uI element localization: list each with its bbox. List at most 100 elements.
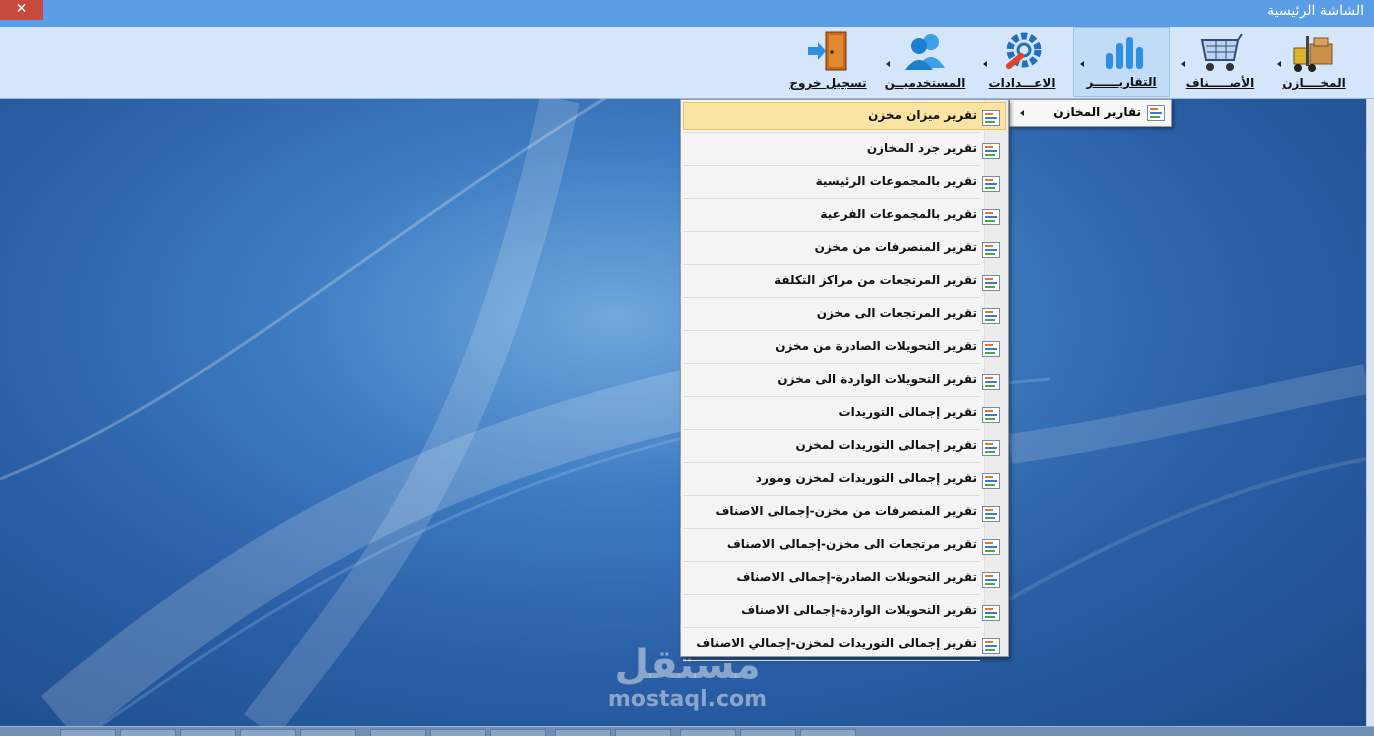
taskbar-button[interactable] — [490, 729, 546, 736]
report-menu-item-label: تقرير المنصرفات من مخزن — [814, 240, 977, 254]
taskbar-button[interactable] — [370, 729, 426, 736]
report-menu-item[interactable]: تقرير إجمالى التوريدات لمخزن-إجمالي الاص… — [681, 628, 1008, 661]
report-icon — [982, 440, 1000, 456]
report-menu-item-label: تقرير التحويلات الواردة-إجمالى الاصناف — [741, 603, 977, 617]
menu-item-box[interactable]: تقرير إجمالى التوريدات لمخزن-إجمالي الاص… — [683, 630, 1006, 658]
report-menu-item-label: تقرير المرتجعات من مراكز التكلفة — [774, 273, 977, 287]
ribbon-toolbar: المخــــازن الأصـــــناف التقاريــــــر — [0, 27, 1374, 99]
warehouse-forklift-icon — [1293, 36, 1333, 72]
gear-wrench-icon — [1005, 32, 1042, 70]
report-menu-item[interactable]: تقرير التحويلات الواردة-إجمالى الاصناف — [681, 595, 1008, 628]
menu-item-box[interactable]: تقرير إجمالى التوريدات — [683, 399, 1006, 427]
menu-item-box[interactable]: تقرير بالمجموعات الفرعية — [683, 201, 1006, 229]
report-menu-item[interactable]: تقرير التحويلات الصادرة-إجمالى الاصناف — [681, 562, 1008, 595]
report-menu-item[interactable]: تقرير المنصرفات من مخزن-إجمالى الاصناف — [681, 496, 1008, 529]
menu-item-box[interactable]: تقرير ميزان مخزن — [683, 102, 1006, 130]
menu-item-box[interactable]: تقرير التحويلات الواردة الى مخزن — [683, 366, 1006, 394]
report-icon — [982, 143, 1000, 159]
taskbar-button[interactable] — [430, 729, 486, 736]
report-menu-item[interactable]: تقرير إجمالى التوريدات لمخزن ومورد — [681, 463, 1008, 496]
taskbar-button[interactable] — [800, 729, 856, 736]
report-menu-item[interactable]: تقرير بالمجموعات الرئيسية — [681, 166, 1008, 199]
users-icon — [905, 34, 945, 70]
menu-item-box[interactable]: تقرير المرتجعات من مراكز التكلفة — [683, 267, 1006, 295]
menu-item-box[interactable]: تقرير التحويلات الصادرة من مخزن — [683, 333, 1006, 361]
menu-item-box[interactable]: تقرير المنصرفات من مخزن-إجمالى الاصناف — [683, 498, 1006, 526]
report-menu-item-label: تقرير المنصرفات من مخزن-إجمالى الاصناف — [715, 504, 977, 518]
ribbon-item-items[interactable]: الأصـــــناف — [1174, 27, 1266, 97]
dropdown-arrow-icon — [1080, 61, 1084, 67]
report-icon — [982, 308, 1000, 324]
menu-separator — [683, 660, 980, 661]
report-icon — [982, 506, 1000, 522]
ribbon-label: الاعـــدادات — [988, 76, 1056, 90]
taskbar-button[interactable] — [615, 729, 671, 736]
report-menu-item[interactable]: تقرير المرتجعات من مراكز التكلفة — [681, 265, 1008, 298]
menu-item-box[interactable]: تقرير بالمجموعات الرئيسية — [683, 168, 1006, 196]
report-list: تقرير ميزان مخزن تقرير جرد المخازن تقرير ب… — [681, 100, 1008, 661]
menu-item-box[interactable]: تقرير المرتجعات الى مخزن — [683, 300, 1006, 328]
menu-item-box[interactable]: تقرير جرد المخازن — [683, 135, 1006, 163]
menu-item-box[interactable]: تقرير إجمالى التوريدات لمخزن ومورد — [683, 465, 1006, 493]
taskbar-button[interactable] — [120, 729, 176, 736]
close-button[interactable]: ✕ — [0, 0, 43, 20]
taskbar-button[interactable] — [180, 729, 236, 736]
report-menu-item-label: تقرير بالمجموعات الرئيسية — [815, 174, 977, 188]
taskbar-button[interactable] — [740, 729, 796, 736]
dropdown-arrow-icon — [1277, 61, 1281, 67]
watermark-latin: mostaql.com — [607, 687, 768, 712]
report-icon — [982, 407, 1000, 423]
taskbar-button[interactable] — [555, 729, 611, 736]
menu-item-box[interactable]: تقرير التحويلات الواردة-إجمالى الاصناف — [683, 597, 1006, 625]
report-menu-item[interactable]: تقرير مرتجعات الى مخزن-إجمالى الاصناف — [681, 529, 1008, 562]
report-icon — [982, 110, 1000, 126]
menu-item-box[interactable]: تقرير إجمالى التوريدات لمخزن — [683, 432, 1006, 460]
report-menu-item-label: تقرير جرد المخازن — [866, 141, 977, 155]
menu-item-box[interactable]: تقرير المنصرفات من مخزن — [683, 234, 1006, 262]
report-menu-item[interactable]: تقرير جرد المخازن — [681, 133, 1008, 166]
menu-item-box[interactable]: تقرير مرتجعات الى مخزن-إجمالى الاصناف — [683, 531, 1006, 559]
taskbar-button[interactable] — [300, 729, 356, 736]
reports-menu: تقرير ميزان مخزن تقرير جرد المخازن تقرير ب… — [680, 99, 1009, 661]
report-menu-item[interactable]: تقرير بالمجموعات الفرعية — [681, 199, 1008, 232]
ribbon-label: تسجيل خروج — [789, 76, 867, 90]
report-menu-item-label: تقرير مرتجعات الى مخزن-إجمالى الاصناف — [726, 537, 977, 551]
report-menu-item[interactable]: تقرير التحويلات الواردة الى مخزن — [681, 364, 1008, 397]
report-menu-item[interactable]: تقرير ميزان مخزن — [681, 100, 1008, 133]
shopping-cart-icon — [1200, 33, 1243, 71]
report-icon — [982, 176, 1000, 192]
report-icon — [982, 539, 1000, 555]
vertical-scrollbar[interactable] — [1366, 99, 1374, 726]
title-bar: ✕ الشاشة الرئيسية — [0, 0, 1374, 27]
report-menu-item-label: تقرير بالمجموعات الفرعية — [820, 207, 977, 221]
ribbon-item-warehouses[interactable]: المخــــازن — [1268, 27, 1360, 97]
menu-item-label: تقارير المخازن — [1053, 105, 1141, 119]
ribbon-label: التقاريــــــر — [1086, 75, 1157, 89]
report-menu-item[interactable]: تقرير إجمالى التوريدات — [681, 397, 1008, 430]
menu-item-warehouse-reports[interactable]: تقارير المخازن — [1012, 102, 1169, 124]
dropdown-arrow-icon — [1181, 61, 1185, 67]
report-menu-item-label: تقرير المرتجعات الى مخزن — [816, 306, 977, 320]
report-icon — [982, 572, 1000, 588]
report-menu-item-label: تقرير التحويلات الصادرة من مخزن — [775, 339, 977, 353]
taskbar-button[interactable] — [240, 729, 296, 736]
ribbon-item-settings[interactable]: الاعـــدادات — [976, 27, 1068, 97]
dropdown-arrow-icon — [983, 61, 987, 67]
report-menu-item[interactable]: تقرير المنصرفات من مخزن — [681, 232, 1008, 265]
report-icon — [1147, 105, 1165, 121]
submenu-arrow-icon — [1020, 110, 1024, 116]
report-menu-item[interactable]: تقرير المرتجعات الى مخزن — [681, 298, 1008, 331]
ribbon-item-users[interactable]: المستخدميــن — [879, 27, 971, 97]
taskbar-button[interactable] — [60, 729, 116, 736]
ribbon-item-logout[interactable]: تسجيل خروج — [782, 27, 874, 97]
report-icon — [982, 242, 1000, 258]
taskbar-button[interactable] — [680, 729, 736, 736]
report-icon — [982, 605, 1000, 621]
report-menu-item-label: تقرير ميزان مخزن — [868, 108, 977, 122]
report-menu-item[interactable]: تقرير إجمالى التوريدات لمخزن — [681, 430, 1008, 463]
report-icon — [982, 374, 1000, 390]
menu-item-box[interactable]: تقرير التحويلات الصادرة-إجمالى الاصناف — [683, 564, 1006, 592]
ribbon-item-reports[interactable]: التقاريــــــر — [1073, 27, 1170, 97]
report-icon — [982, 473, 1000, 489]
report-menu-item[interactable]: تقرير التحويلات الصادرة من مخزن — [681, 331, 1008, 364]
